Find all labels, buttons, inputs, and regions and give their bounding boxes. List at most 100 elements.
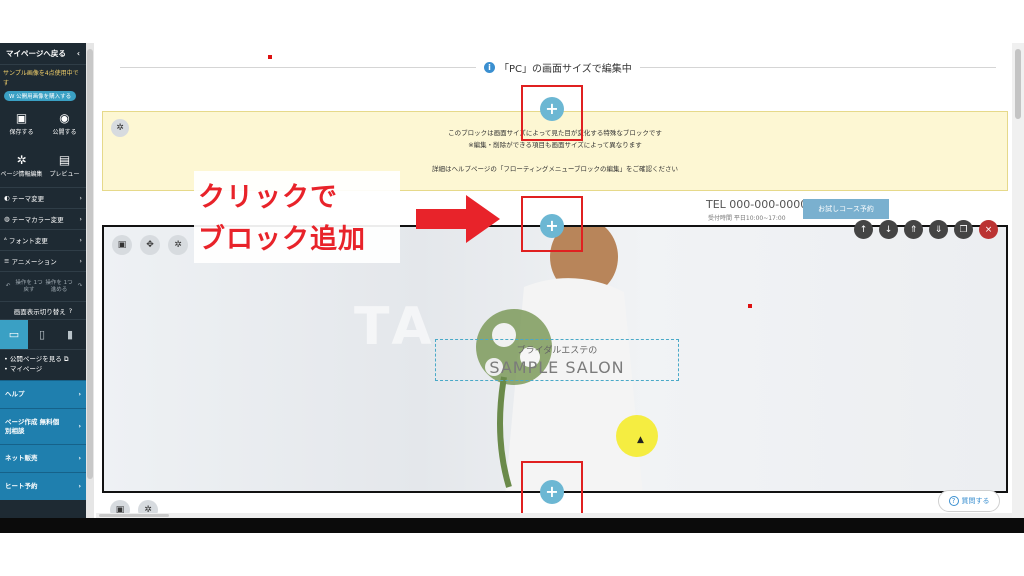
sidebar-item-theme-color[interactable]: ◍ テーマカラー変更 › <box>0 208 86 229</box>
move-icon[interactable]: ✥ <box>140 235 160 255</box>
undo-button[interactable]: 操作を 1つ戻す <box>14 280 44 294</box>
red-marker <box>748 304 752 308</box>
highlight-box-bottom <box>521 461 583 517</box>
tablet-view-button[interactable]: ▯ <box>28 320 56 349</box>
watermark-text: TA <box>354 297 438 357</box>
sample-image-notice: サンプル画像を4点使用中です <box>3 70 79 87</box>
preview-label: プレビュー <box>49 171 80 178</box>
chevron-right-icon: › <box>78 482 81 490</box>
sidebar-item-animation[interactable]: ≡ アニメーション › <box>0 250 86 271</box>
chevron-left-icon: ‹ <box>76 49 80 58</box>
view-public-page-link[interactable]: • 公開ページを見る ⧉ <box>4 354 82 364</box>
gear-icon[interactable]: ✲ <box>168 235 188 255</box>
highlight-box-top <box>521 85 583 141</box>
sidebar-links: • 公開ページを見る ⧉ • マイページ <box>0 349 86 380</box>
annotation-callout: クリックで ブロック追加 <box>194 171 500 263</box>
desktop-icon: ▭ <box>8 328 20 341</box>
hero-tools: ▣ ✥ ✲ <box>112 235 188 255</box>
sidebar-item-consultation[interactable]: ページ作成 無料個別相談 › <box>0 408 86 444</box>
editor-app: マイページへ戻る ‹ サンプル画像を4点使用中です W 公開用画像を購入する ▣… <box>0 43 1024 518</box>
ask-question-label: 質問する <box>961 497 990 505</box>
save-button[interactable]: ▣ 保存する <box>0 103 43 145</box>
buy-image-badge[interactable]: W 公開用画像を購入する <box>4 91 77 101</box>
hero-title: SAMPLE SALON <box>489 358 625 377</box>
link-label: 公開ページを見る <box>9 355 62 363</box>
question-icon: ? <box>948 496 959 506</box>
move-down-icon[interactable]: ↓ <box>879 220 898 239</box>
sidebar-item-label: テーマ変更 <box>11 195 45 203</box>
sidebar-scrollbar[interactable] <box>86 43 94 518</box>
tel-number: TEL 000-000-0000 <box>706 198 808 211</box>
chevron-right-icon: › <box>79 194 82 202</box>
hero-subtitle: ブライダルエステの <box>516 346 598 356</box>
sidebar-item-help[interactable]: ヘルプ › <box>0 380 86 408</box>
sidebar-item-net-sales[interactable]: ネット販売 › <box>0 444 86 472</box>
globe-icon: ◉ <box>59 111 70 125</box>
business-hours: 受付時間 平日10:00~17:00 <box>708 215 786 222</box>
letterbox-bar <box>0 518 1024 533</box>
chevron-right-icon: › <box>79 236 82 244</box>
chevron-right-icon: › <box>78 422 81 430</box>
mouse-cursor-icon: ▲ <box>637 435 644 445</box>
page-info-button[interactable]: ✲ ページ情報編集 <box>0 145 43 187</box>
arrow-right-icon <box>416 195 500 243</box>
sidebar-action-grid: ▣ 保存する ◉ 公開する ✲ ページ情報編集 ▤ プレビュー <box>0 103 86 187</box>
hero-title-box[interactable]: ブライダルエステの SAMPLE SALON <box>435 339 679 381</box>
gear-icon: ✲ <box>16 153 27 167</box>
image-icon[interactable]: ▣ <box>112 235 132 255</box>
sidebar-item-label: アニメーション <box>11 258 57 266</box>
animation-icon: ≡ <box>4 257 10 265</box>
sidebar-item-theme[interactable]: ◐ テーマ変更 › <box>0 187 86 208</box>
page-info-label: ページ情報編集 <box>0 171 43 178</box>
hero-block[interactable]: TA ▣ ✥ ✲ ブライダルエステの SAMPLE SALON ▲ <box>102 225 1008 493</box>
bouquet-stem-shape <box>497 376 512 488</box>
publish-button[interactable]: ◉ 公開する <box>43 103 86 145</box>
mobile-view-button[interactable]: ▮ <box>56 320 84 349</box>
block-control-row: ↑ ↓ ⇑ ⇓ ❐ × <box>854 220 998 239</box>
link-label: マイページ <box>9 365 43 373</box>
palette-icon: ◍ <box>4 215 10 223</box>
sidebar-item-label: フォント変更 <box>8 237 48 245</box>
notice-line-2: ※編集・削除ができる項目も画面サイズによって異なります <box>468 141 642 149</box>
sidebar-scrollbar-thumb[interactable] <box>87 49 93 479</box>
screen-size-label: i 「PC」の画面サイズで編集中 <box>476 60 640 75</box>
redo-icon[interactable]: ↷ <box>74 283 86 290</box>
save-icon: ▣ <box>15 111 28 125</box>
delete-icon[interactable]: × <box>979 220 998 239</box>
undo-redo-row: ↶ 操作を 1つ戻す 操作を 1つ進める ↷ <box>0 271 86 301</box>
undo-icon[interactable]: ↶ <box>2 283 14 290</box>
preview-button[interactable]: ▤ プレビュー <box>43 145 86 187</box>
back-label: マイページへ戻る <box>6 49 66 58</box>
back-to-mypage-button[interactable]: マイページへ戻る ‹ <box>0 43 86 65</box>
move-up-icon[interactable]: ↑ <box>854 220 873 239</box>
sidebar-item-reservation[interactable]: ヒート予約 › <box>0 472 86 500</box>
tablet-icon: ▯ <box>38 328 46 341</box>
move-top-icon[interactable]: ⇑ <box>904 220 923 239</box>
mypage-link[interactable]: • マイページ <box>4 364 82 374</box>
ask-question-button[interactable]: ? 質問する <box>938 490 1000 512</box>
screen-size-text: 「PC」の画面サイズで編集中 <box>499 64 632 75</box>
move-bottom-icon[interactable]: ⇓ <box>929 220 948 239</box>
view-switch-title: 画面表示切り替え ? <box>0 301 86 319</box>
annotation-line-1: クリックで <box>198 182 338 213</box>
page-scrollbar[interactable] <box>1012 43 1024 518</box>
font-icon: ᴬ <box>4 236 7 244</box>
redo-button[interactable]: 操作を 1つ進める <box>44 280 74 294</box>
trial-course-button[interactable]: お試しコース予約 <box>803 199 889 219</box>
info-icon: i <box>484 62 495 73</box>
theme-icon: ◐ <box>4 194 10 202</box>
device-switcher: ▭ ▯ ▮ <box>0 319 86 349</box>
sidebar-item-label: ページ作成 無料個別相談 <box>5 417 60 435</box>
help-circle-icon[interactable]: ? <box>69 307 72 315</box>
horizontal-scrollbar-thumb[interactable] <box>99 514 169 517</box>
chevron-right-icon: › <box>78 390 81 398</box>
annotation-line-2: ブロック追加 <box>198 224 366 255</box>
highlight-box-middle <box>521 196 583 252</box>
sidebar: マイページへ戻る ‹ サンプル画像を4点使用中です W 公開用画像を購入する ▣… <box>0 43 86 518</box>
sidebar-item-font[interactable]: ᴬ フォント変更 › <box>0 229 86 250</box>
desktop-view-button[interactable]: ▭ <box>0 320 28 349</box>
page-scrollbar-thumb[interactable] <box>1015 49 1021 119</box>
external-link-icon: ⧉ <box>63 355 69 363</box>
copy-icon[interactable]: ❐ <box>954 220 973 239</box>
sidebar-item-label: ネット販売 <box>5 454 38 462</box>
